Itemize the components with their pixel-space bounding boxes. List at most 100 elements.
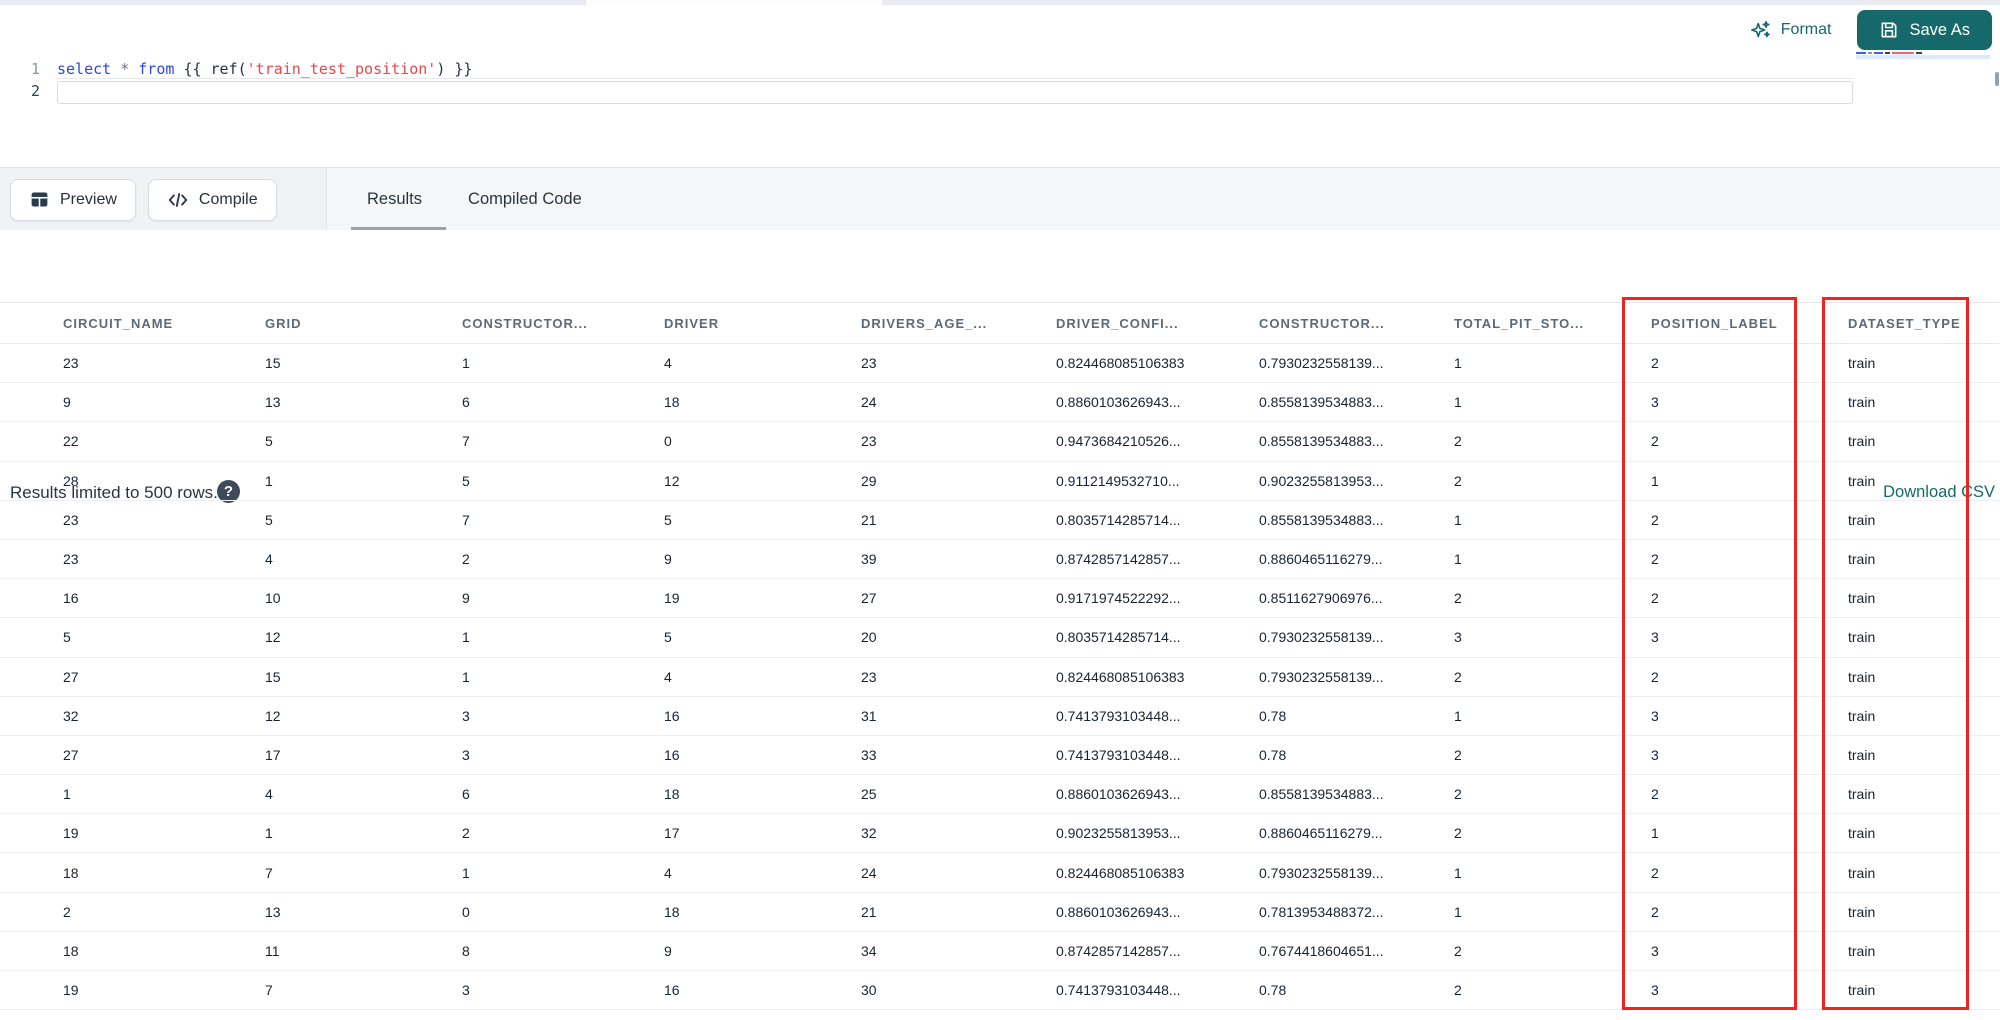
table-cell: 11 <box>265 942 280 959</box>
table-cell: 0.7930232558139... <box>1259 864 1384 881</box>
table-cell: 1 <box>1454 707 1462 724</box>
table-cell: 1 <box>1454 903 1462 920</box>
table-cell: 1 <box>462 864 470 881</box>
format-label: Format <box>1780 21 1832 38</box>
format-button[interactable]: Format <box>1750 19 1832 41</box>
table-cell: 16 <box>63 590 79 607</box>
editor-actions: Format Save As <box>1750 6 2000 54</box>
jinja-close-braces: }} <box>454 60 473 78</box>
editor-minimap[interactable] <box>1856 52 1990 61</box>
table-cell: 0.7930232558139... <box>1259 668 1384 685</box>
table-cell: 5 <box>664 511 672 528</box>
table-cell: 0.7813953488372... <box>1259 903 1384 920</box>
column-header: DRIVERS_AGE_... <box>861 315 988 331</box>
table-cell: 23 <box>63 511 79 528</box>
table-cell: 0.824468085106383 <box>1056 668 1185 685</box>
table-cell: 16 <box>664 982 680 999</box>
table-cell: 15 <box>265 355 281 372</box>
table-cell: 18 <box>63 942 79 959</box>
table-cell: 2 <box>1454 825 1462 842</box>
table-cell: 16 <box>664 746 680 763</box>
sql-keyword: select <box>57 60 121 78</box>
table-cell: 0 <box>664 433 672 450</box>
table-cell: 10 <box>265 590 281 607</box>
table-cell: 32 <box>63 707 79 724</box>
editor-line-divider <box>57 78 1854 79</box>
code-icon <box>167 189 189 211</box>
table-cell: 23 <box>861 355 877 372</box>
results-tabs: Results Compiled Code <box>351 168 582 231</box>
table-cell: 2 <box>63 903 71 920</box>
table-cell: 3 <box>1454 629 1462 646</box>
table-cell: 2 <box>1454 472 1462 489</box>
table-cell: 22 <box>63 433 79 450</box>
table-cell: 7 <box>265 982 273 999</box>
table-cell: 6 <box>462 394 470 411</box>
results-info-bar: Results limited to 500 rows. ? Download … <box>0 230 2000 503</box>
ref-model-string: 'train_test_position' <box>246 60 437 78</box>
table-cell: 0.8558139534883... <box>1259 511 1384 528</box>
save-as-button[interactable]: Save As <box>1857 10 1992 50</box>
table-cell: 0.8511627906976... <box>1259 590 1383 607</box>
table-cell: 1 <box>1454 394 1462 411</box>
editor-scrollbar[interactable] <box>1995 72 1999 86</box>
sql-operator: * <box>120 60 139 78</box>
table-cell: 9 <box>462 590 470 607</box>
table-cell: 18 <box>664 786 680 803</box>
code-line-1[interactable]: select * from {{ ref('train_test_positio… <box>57 60 472 78</box>
column-header: TOTAL_PIT_STO... <box>1454 315 1585 331</box>
table-cell: 2 <box>1454 590 1462 607</box>
table-cell: 1 <box>462 629 470 646</box>
tab-strip-segment <box>0 0 586 5</box>
table-cell: 5 <box>265 433 273 450</box>
table-cell: 17 <box>664 825 680 842</box>
table-cell: 4 <box>664 864 672 881</box>
table-cell: 0.9473684210526... <box>1056 433 1181 450</box>
table-cell: 12 <box>265 629 281 646</box>
preview-button[interactable]: Preview <box>10 178 136 221</box>
table-cell: 25 <box>861 786 877 803</box>
table-cell: 1 <box>265 825 273 842</box>
table-cell: 19 <box>664 590 680 607</box>
active-line-box[interactable] <box>57 81 1853 104</box>
table-cell: 0.7413793103448... <box>1056 982 1181 999</box>
table-cell: 2 <box>1454 746 1462 763</box>
table-cell: 0.9112149532710... <box>1056 472 1180 489</box>
save-as-label: Save As <box>1909 20 1970 39</box>
table-cell: 23 <box>861 668 877 685</box>
column-header: DRIVER <box>664 315 720 331</box>
table-cell: 0.8035714285714... <box>1056 511 1181 528</box>
table-cell: 2 <box>1454 668 1462 685</box>
table-cell: 23 <box>63 355 79 372</box>
table-cell: 5 <box>664 629 672 646</box>
table-cell: 21 <box>861 903 877 920</box>
table-cell: 4 <box>664 355 672 372</box>
table-cell: 5 <box>462 472 470 489</box>
compile-button[interactable]: Compile <box>147 178 277 221</box>
table-cell: 6 <box>462 786 470 803</box>
ref-function: ref( <box>210 60 247 78</box>
sql-editor[interactable]: Format Save As 1 2 select * from {{ref(… <box>0 6 2000 167</box>
table-cell: 0.78 <box>1259 982 1287 999</box>
sql-keyword: from <box>138 60 184 78</box>
column-header: CIRCUIT_NAME <box>63 315 174 331</box>
table-icon <box>29 189 50 210</box>
table-cell: 0.9023255813953... <box>1259 472 1384 489</box>
table-cell: 24 <box>861 864 877 881</box>
line-number-1: 1 <box>30 60 40 78</box>
table-cell: 1 <box>1454 551 1462 568</box>
table-cell: 34 <box>861 942 877 959</box>
table-cell: 1 <box>462 355 470 372</box>
table-cell: 1 <box>1454 511 1462 528</box>
tab-compiled-code[interactable]: Compiled Code <box>468 190 582 209</box>
table-cell: 1 <box>1454 355 1462 372</box>
table-cell: 0.78 <box>1259 746 1287 763</box>
column-header: CONSTRUCTOR... <box>462 315 588 331</box>
table-cell: 0.824468085106383 <box>1056 864 1185 881</box>
table-cell: 7 <box>462 511 470 528</box>
table-cell: 27 <box>63 746 79 763</box>
tab-results[interactable]: Results <box>367 190 422 209</box>
table-cell: 0.8035714285714... <box>1056 629 1181 646</box>
table-cell: 2 <box>462 551 470 568</box>
column-header: CONSTRUCTOR... <box>1259 315 1385 331</box>
